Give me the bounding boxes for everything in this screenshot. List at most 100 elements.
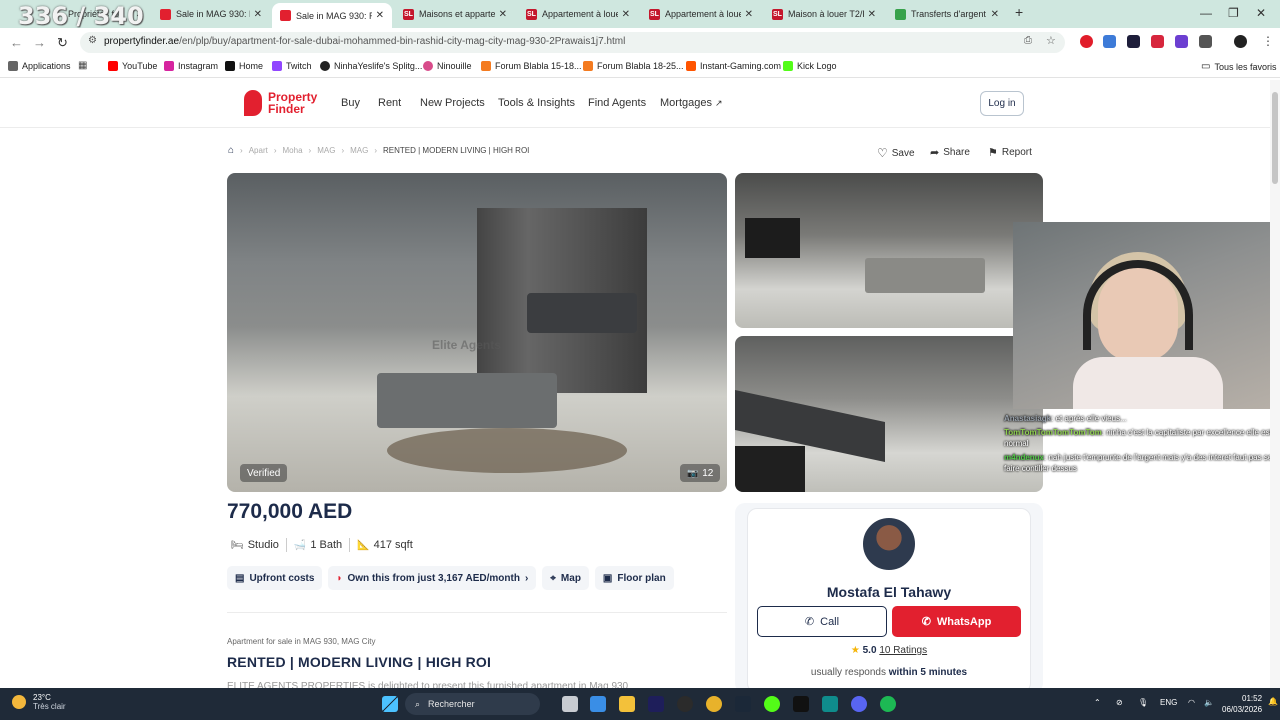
discord-icon[interactable] <box>851 696 867 712</box>
extension-icon[interactable] <box>1151 35 1164 48</box>
breadcrumb-item[interactable]: MAG <box>350 146 368 155</box>
agent-avatar[interactable] <box>861 516 917 572</box>
bookmark-star-icon[interactable]: ☆ <box>1046 34 1056 47</box>
task-view-icon[interactable] <box>562 696 578 712</box>
tiktok-icon[interactable] <box>793 696 809 712</box>
breadcrumb-item[interactable]: MAG <box>317 146 335 155</box>
app-icon[interactable] <box>822 696 838 712</box>
obs-icon[interactable] <box>677 696 693 712</box>
close-tab-icon[interactable]: ✕ <box>868 9 876 20</box>
site-info-icon[interactable]: ⚙ <box>88 35 97 46</box>
adblock-extension-icon[interactable] <box>1080 35 1093 48</box>
all-bookmarks[interactable]: ▭ Tous les favoris <box>1201 61 1276 72</box>
browser-tab[interactable]: SL Maison à louer T2/F2 ✕ <box>764 3 884 25</box>
extension-icon[interactable] <box>1175 35 1188 48</box>
copilot-icon[interactable] <box>590 696 606 712</box>
language-indicator[interactable]: ENG <box>1160 698 1177 707</box>
bookmark-twitch[interactable]: Twitch <box>272 61 312 71</box>
bookmark-instagram[interactable]: Instagram <box>164 61 218 71</box>
install-app-icon[interactable]: ⎙ <box>1024 35 1032 46</box>
nav-rent[interactable]: Rent <box>378 97 401 109</box>
agent-name[interactable]: Mostafa El Tahawy <box>747 584 1031 600</box>
back-icon[interactable]: ← <box>10 35 23 50</box>
url-field[interactable]: ⚙ propertyfinder.ae/en/plp/buy/apartment… <box>80 32 1065 53</box>
browser-tab[interactable]: SL Appartement à louer ✕ <box>518 3 638 25</box>
premiere-pro-icon[interactable] <box>648 696 664 712</box>
photo-count-badge[interactable]: 📷 12 <box>680 464 721 482</box>
maximize-button[interactable]: ❐ <box>1228 6 1239 20</box>
close-tab-icon[interactable]: ✕ <box>745 9 753 20</box>
bookmark-forum-18-25[interactable]: Forum Blabla 18-25... <box>583 61 684 71</box>
browser-menu-icon[interactable]: ⋮ <box>1262 34 1274 48</box>
extension-icon[interactable] <box>1103 35 1116 48</box>
bookmark-kick[interactable]: Kick Logo <box>783 61 837 71</box>
breadcrumb-item[interactable]: Moha <box>283 146 303 155</box>
breadcrumb-item[interactable]: Apart <box>249 146 268 155</box>
tab-groups-icon[interactable]: ▦ <box>78 60 87 71</box>
bookmark-applications[interactable]: Applications <box>8 61 71 71</box>
close-tab-icon[interactable]: ✕ <box>991 9 999 20</box>
close-tab-icon[interactable]: ✕ <box>254 9 262 20</box>
main-listing-photo[interactable]: Elite Agents <box>227 173 727 492</box>
map-button[interactable]: ⌖ Map <box>542 566 589 590</box>
tray-icon[interactable]: ⊘ <box>1116 698 1123 707</box>
call-button[interactable]: ✆ Call <box>757 606 887 637</box>
property-finder-logo[interactable]: Property Finder <box>244 90 317 116</box>
close-window-button[interactable]: ✕ <box>1256 6 1266 20</box>
close-tab-icon[interactable]: ✕ <box>622 9 630 20</box>
taskbar-clock[interactable]: 01:52 06/03/2026 <box>1222 693 1262 715</box>
steam-icon[interactable] <box>735 696 751 712</box>
nav-buy[interactable]: Buy <box>341 97 360 109</box>
floor-plan-button[interactable]: ▣ Floor plan <box>594 566 674 590</box>
kick-app-icon[interactable] <box>764 696 780 712</box>
browser-tab-active[interactable]: Sale in MAG 930: REN ✕ <box>272 3 392 28</box>
forward-icon[interactable]: → <box>33 35 46 50</box>
bookmark-splitgate[interactable]: NinhaYeslife's Splitg... <box>320 61 422 71</box>
reload-icon[interactable]: ↻ <box>57 35 68 51</box>
ratings-link[interactable]: 10 Ratings <box>879 645 927 656</box>
home-icon[interactable]: ⌂ <box>228 145 234 156</box>
minimize-button[interactable]: — <box>1200 6 1212 20</box>
bookmark-ninouille[interactable]: Ninouille <box>423 61 472 71</box>
bookmark-forum-15-18[interactable]: Forum Blabla 15-18... <box>481 61 582 71</box>
nav-find-agents[interactable]: Find Agents <box>588 97 646 109</box>
browser-tab[interactable]: Transferts d'argent in ✕ <box>887 3 1007 25</box>
windows-start-icon[interactable] <box>382 696 398 712</box>
bookmark-youtube[interactable]: YouTube <box>108 61 157 71</box>
listing-photo-3[interactable] <box>735 336 1043 492</box>
upfront-costs-button[interactable]: ▤ Upfront costs <box>227 566 323 590</box>
browser-tab[interactable]: Sale in MAG 930: Bur ✕ <box>152 3 270 25</box>
volume-icon[interactable]: 🔈 <box>1204 698 1214 707</box>
bookmark-home[interactable]: Home <box>225 61 263 71</box>
report-button[interactable]: ⚑ Report <box>988 146 1032 159</box>
page-scrollbar[interactable] <box>1270 80 1280 688</box>
mortgage-offer-button[interactable]: ◗ Own this from just 3,167 AED/month › <box>328 566 537 590</box>
close-tab-icon[interactable]: ✕ <box>499 9 507 20</box>
tray-overflow-icon[interactable]: ⌃ <box>1094 698 1101 707</box>
microphone-icon[interactable]: 🎙 <box>1138 698 1148 707</box>
whatsapp-button[interactable]: ✆ WhatsApp <box>892 606 1021 637</box>
save-button[interactable]: ♡ Save <box>877 146 915 160</box>
browser-tab[interactable]: SL Maisons et appartem ✕ <box>395 3 515 25</box>
browser-tab[interactable]: SL Appartement à louer ✕ <box>641 3 761 25</box>
nav-tools-insights[interactable]: Tools & Insights <box>498 97 575 109</box>
profile-avatar[interactable] <box>1234 35 1247 48</box>
taskbar-search[interactable]: ⌕ Rechercher <box>405 693 540 715</box>
wifi-icon[interactable]: ◠ <box>1188 698 1195 707</box>
close-tab-icon[interactable]: ✕ <box>376 10 384 21</box>
weather-widget[interactable]: 23°C Très clair <box>12 693 66 711</box>
share-button[interactable]: ➦ Share <box>930 146 970 159</box>
listing-photo-2[interactable] <box>735 173 1043 328</box>
file-explorer-icon[interactable] <box>619 696 635 712</box>
notifications-icon[interactable]: 🔔 <box>1268 697 1278 706</box>
nav-mortgages[interactable]: Mortgages ↗ <box>660 97 723 109</box>
new-tab-button[interactable]: + <box>1015 4 1023 20</box>
nav-new-projects[interactable]: New Projects <box>420 97 485 109</box>
login-button[interactable]: Log in <box>980 91 1024 116</box>
chrome-icon[interactable] <box>706 696 722 712</box>
scrollbar-thumb[interactable] <box>1272 92 1278 184</box>
spotify-icon[interactable] <box>880 696 896 712</box>
bookmark-instant-gaming[interactable]: Instant-Gaming.com <box>686 61 781 71</box>
extensions-puzzle-icon[interactable] <box>1199 35 1212 48</box>
extension-icon[interactable] <box>1127 35 1140 48</box>
